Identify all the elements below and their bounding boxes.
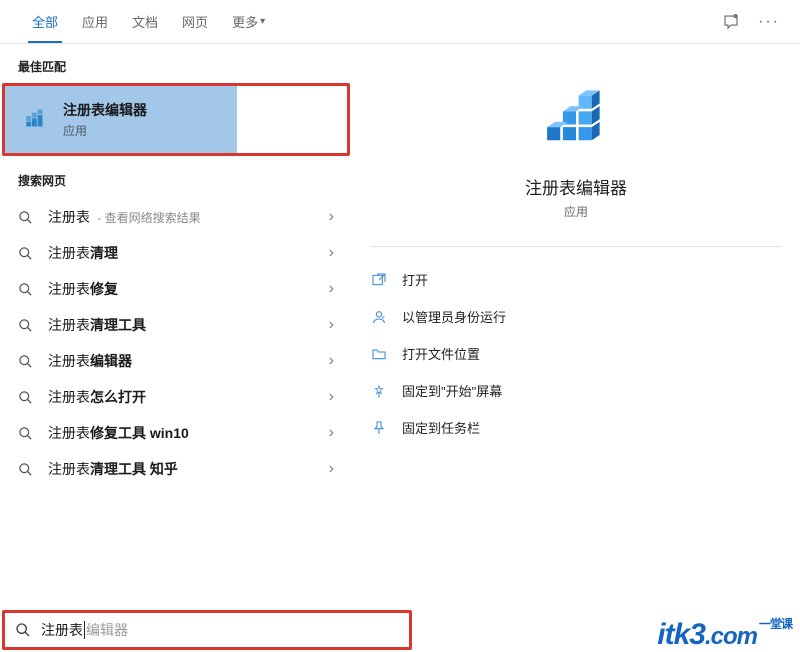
web-search-item[interactable]: 注册表清理工具 › — [0, 307, 352, 343]
chevron-right-icon: › — [329, 208, 334, 226]
tab-web[interactable]: 网页 — [170, 0, 220, 43]
search-item-text: 注册表清理 — [48, 243, 317, 263]
search-completion-hint: 编辑器 — [86, 620, 128, 640]
text-caret — [84, 621, 85, 639]
chevron-right-icon: › — [329, 244, 334, 262]
chevron-right-icon: › — [329, 316, 334, 334]
web-search-item[interactable]: 注册表修复工具 win10 › — [0, 415, 352, 451]
search-icon — [18, 390, 36, 405]
detail-subtitle: 应用 — [352, 203, 800, 220]
more-options-icon[interactable]: ··· — [758, 13, 780, 31]
tab-apps[interactable]: 应用 — [70, 0, 120, 43]
pin-start-icon — [370, 383, 388, 399]
search-input[interactable]: 注册表编辑器 — [2, 610, 412, 650]
registry-editor-large-icon — [534, 72, 618, 156]
best-match-item[interactable]: 注册表编辑器 应用 — [5, 86, 237, 153]
web-search-item[interactable]: 注册表清理 › — [0, 235, 352, 271]
action-label: 打开 — [402, 270, 428, 289]
action-folder[interactable]: 打开文件位置 — [370, 335, 782, 372]
actions-list: 打开以管理员身份运行打开文件位置固定到"开始"屏幕固定到任务栏 — [352, 255, 800, 452]
search-icon — [18, 246, 36, 261]
divider — [370, 246, 782, 247]
chevron-right-icon: › — [329, 352, 334, 370]
folder-icon — [370, 346, 388, 362]
best-match-highlight: 注册表编辑器 应用 — [2, 83, 350, 156]
chevron-right-icon: › — [329, 388, 334, 406]
action-admin[interactable]: 以管理员身份运行 — [370, 298, 782, 335]
search-item-text: 注册表修复工具 win10 — [48, 423, 317, 443]
chevron-right-icon: › — [329, 280, 334, 298]
search-icon — [18, 210, 36, 225]
search-item-text: 注册表编辑器 — [48, 351, 317, 371]
action-open[interactable]: 打开 — [370, 261, 782, 298]
web-search-item[interactable]: 注册表编辑器 › — [0, 343, 352, 379]
action-label: 固定到"开始"屏幕 — [402, 381, 502, 400]
action-label: 打开文件位置 — [402, 344, 480, 363]
chevron-right-icon: › — [329, 424, 334, 442]
best-match-label: 最佳匹配 — [0, 44, 352, 81]
open-icon — [370, 272, 388, 288]
web-search-item[interactable]: 注册表清理工具 知乎 › — [0, 451, 352, 487]
search-typed-text: 注册表 — [41, 620, 83, 640]
search-item-text: 注册表清理工具 — [48, 315, 317, 335]
action-pin-start[interactable]: 固定到"开始"屏幕 — [370, 372, 782, 409]
action-label: 以管理员身份运行 — [402, 307, 506, 326]
admin-icon — [370, 309, 388, 325]
action-pin-task[interactable]: 固定到任务栏 — [370, 409, 782, 446]
search-icon — [18, 354, 36, 369]
chevron-right-icon: › — [329, 460, 334, 478]
search-item-text: 注册表 - 查看网络搜索结果 — [48, 207, 317, 227]
web-search-item[interactable]: 注册表怎么打开 › — [0, 379, 352, 415]
feedback-icon[interactable] — [722, 13, 740, 31]
tab-all[interactable]: 全部 — [20, 0, 70, 43]
search-icon — [15, 622, 31, 638]
tab-more[interactable]: 更多 ▾ — [220, 0, 277, 43]
web-search-label: 搜索网页 — [0, 158, 352, 195]
tab-documents[interactable]: 文档 — [120, 0, 170, 43]
tab-bar: 全部 应用 文档 网页 更多 ▾ ··· — [0, 0, 800, 44]
best-match-subtitle: 应用 — [63, 122, 147, 139]
best-match-title: 注册表编辑器 — [63, 100, 147, 120]
registry-editor-icon — [23, 107, 49, 133]
web-search-item[interactable]: 注册表修复 › — [0, 271, 352, 307]
search-icon — [18, 318, 36, 333]
web-search-list: 注册表 - 查看网络搜索结果 › 注册表清理 › 注册表修复 › 注册表清理工具… — [0, 195, 352, 487]
detail-panel: 注册表编辑器 应用 打开以管理员身份运行打开文件位置固定到"开始"屏幕固定到任务… — [352, 44, 800, 608]
search-item-text: 注册表怎么打开 — [48, 387, 317, 407]
search-icon — [18, 426, 36, 441]
results-panel: 最佳匹配 注册表编辑器 应用 搜索网页 注册表 - 查看网络搜索结果 › 注册表… — [0, 44, 352, 608]
search-icon — [18, 282, 36, 297]
watermark: itk3.com一堂课 — [657, 618, 792, 652]
search-item-text: 注册表修复 — [48, 279, 317, 299]
web-search-item[interactable]: 注册表 - 查看网络搜索结果 › — [0, 199, 352, 235]
search-item-text: 注册表清理工具 知乎 — [48, 459, 317, 479]
action-label: 固定到任务栏 — [402, 418, 480, 437]
detail-title: 注册表编辑器 — [352, 174, 800, 199]
search-icon — [18, 462, 36, 477]
pin-task-icon — [370, 420, 388, 436]
